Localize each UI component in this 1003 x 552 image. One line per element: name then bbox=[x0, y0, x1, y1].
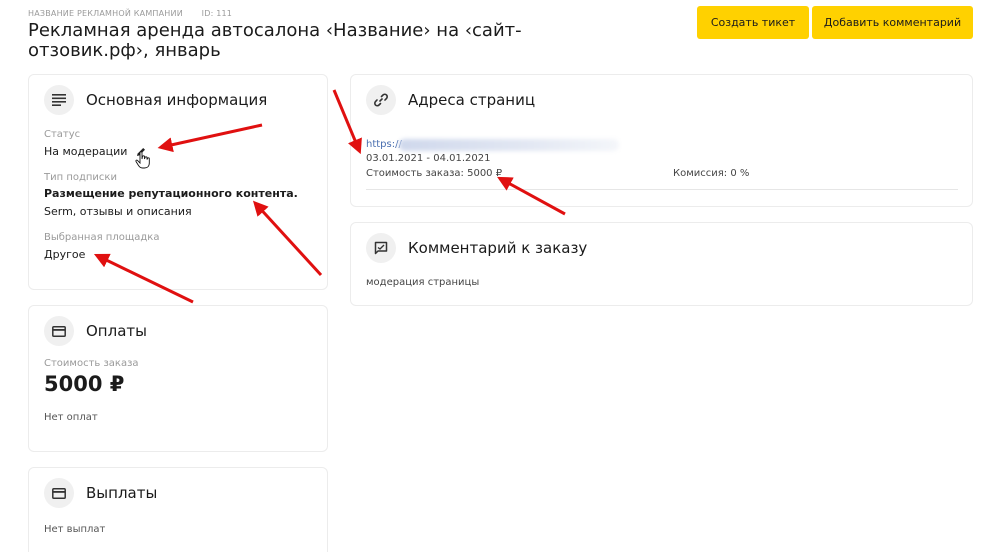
no-payouts-text: Нет выплат bbox=[44, 524, 106, 535]
cursor-hand-icon bbox=[135, 151, 151, 173]
divider bbox=[366, 189, 958, 190]
platform-value: Другое bbox=[44, 248, 86, 261]
payments-card: Оплаты Стоимость заказа 5000 ₽ Нет оплат bbox=[28, 305, 328, 452]
order-comment-title: Комментарий к заказу bbox=[408, 239, 588, 257]
payouts-title: Выплаты bbox=[86, 484, 158, 502]
page-urls-card: Адреса страниц https:// 03.01.2021 - 04.… bbox=[350, 74, 973, 207]
add-comment-button[interactable]: Добавить комментарий bbox=[812, 6, 973, 39]
commission: Комиссия: 0 % bbox=[673, 168, 750, 179]
campaign-id: ID: 111 bbox=[201, 9, 233, 18]
status-value: На модерации bbox=[44, 145, 128, 158]
campaign-label: НАЗВАНИЕ РЕКЛАМНОЙ КАМПАНИИ bbox=[28, 9, 183, 18]
create-ticket-button[interactable]: Создать тикет bbox=[697, 6, 809, 39]
page-url-link[interactable]: https:// bbox=[366, 139, 402, 150]
lines-icon bbox=[44, 85, 74, 115]
order-comment-header: Комментарий к заказу bbox=[366, 233, 587, 263]
payments-title: Оплаты bbox=[86, 322, 147, 340]
no-payments-text: Нет оплат bbox=[44, 412, 98, 423]
subscription-value: Размещение репутационного контента. bbox=[44, 187, 298, 200]
date-range: 03.01.2021 - 04.01.2021 bbox=[366, 153, 491, 164]
payouts-card: Выплаты Нет выплат bbox=[28, 467, 328, 552]
blurred-url bbox=[399, 139, 619, 151]
status-label: Статус bbox=[44, 129, 81, 140]
main-info-title: Основная информация bbox=[86, 91, 268, 109]
subscription-desc: Serm, отзывы и описания bbox=[44, 205, 192, 218]
order-cost-value: 5000 ₽ bbox=[44, 372, 125, 396]
page-urls-header: Адреса страниц bbox=[366, 85, 535, 115]
card-icon bbox=[44, 316, 74, 346]
order-comment-card: Комментарий к заказу модерация страницы bbox=[350, 222, 973, 306]
order-cost-label: Стоимость заказа bbox=[44, 358, 139, 369]
link-icon bbox=[366, 85, 396, 115]
comment-icon bbox=[366, 233, 396, 263]
order-comment-text: модерация страницы bbox=[366, 277, 480, 288]
platform-label: Выбранная площадка bbox=[44, 232, 160, 243]
page-title: Рекламная аренда автосалона ‹Название› н… bbox=[28, 20, 522, 61]
card-icon bbox=[44, 478, 74, 508]
subscription-label: Тип подписки bbox=[44, 172, 117, 183]
payouts-header: Выплаты bbox=[44, 478, 157, 508]
main-info-header: Основная информация bbox=[44, 85, 267, 115]
payments-header: Оплаты bbox=[44, 316, 147, 346]
page-urls-title: Адреса страниц bbox=[408, 91, 536, 109]
campaign-meta: НАЗВАНИЕ РЕКЛАМНОЙ КАМПАНИИ ID: 111 bbox=[28, 9, 232, 18]
main-info-card: Основная информация Статус На модерации … bbox=[28, 74, 328, 290]
url-order-cost: Стоимость заказа: 5000 ₽ bbox=[366, 168, 503, 179]
